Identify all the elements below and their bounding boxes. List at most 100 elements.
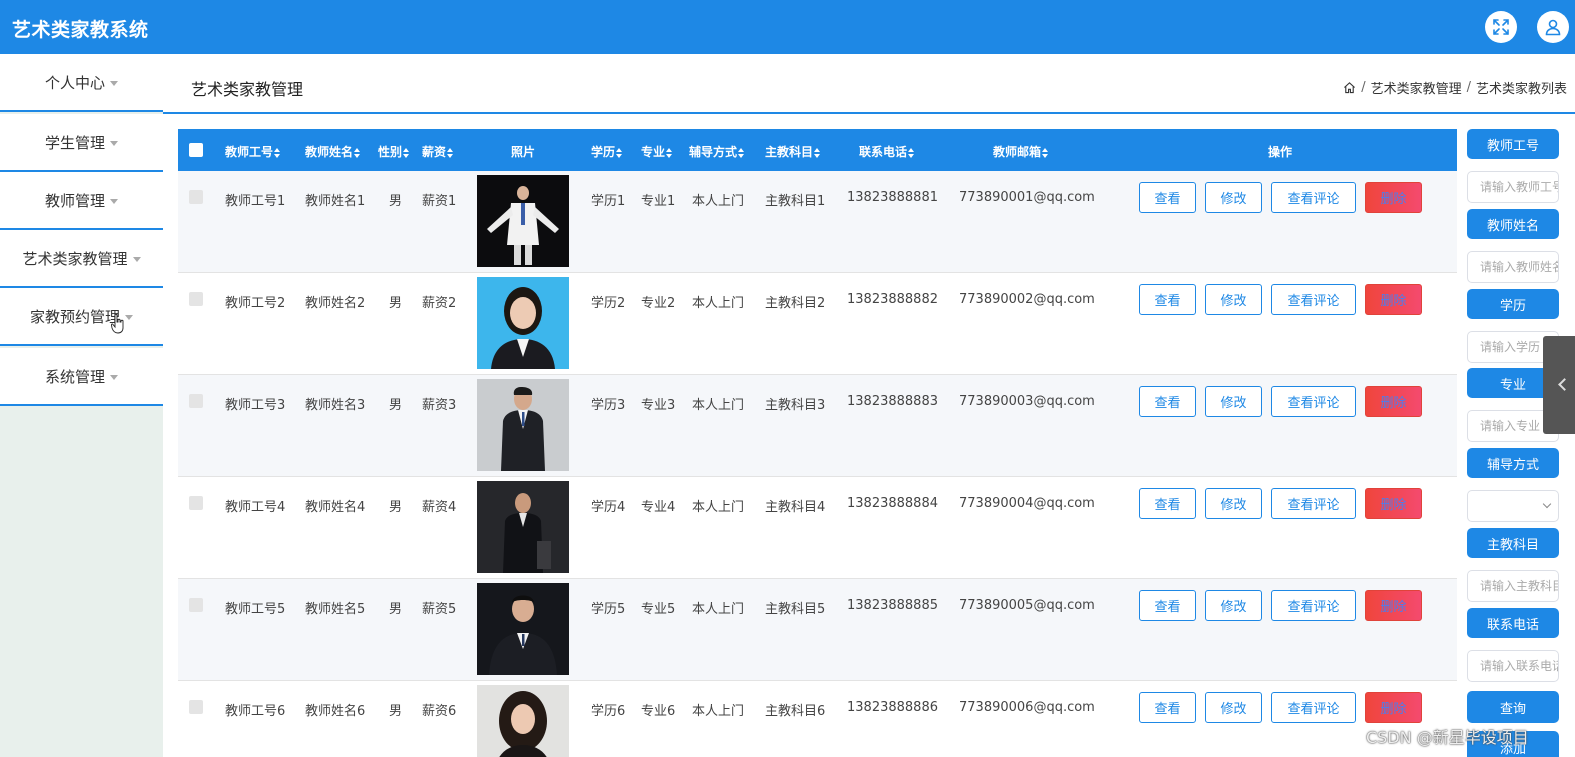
view-button[interactable]: 查看 bbox=[1139, 182, 1196, 213]
search-label-teacher-id: 教师工号 bbox=[1467, 129, 1559, 159]
delete-button[interactable]: 删除 bbox=[1365, 284, 1422, 315]
column-header[interactable]: 教师姓名 bbox=[305, 143, 361, 160]
cell-phone: 13823888882 bbox=[847, 292, 938, 307]
delete-button[interactable]: 删除 bbox=[1365, 590, 1422, 621]
sidebar-item-teachers[interactable]: 教师管理 bbox=[0, 172, 163, 230]
teacher-name-input[interactable] bbox=[1467, 251, 1559, 283]
cell-tutoring-mode: 本人上门 bbox=[692, 602, 745, 617]
view-button[interactable]: 查看 bbox=[1139, 488, 1196, 519]
row-checkbox[interactable] bbox=[189, 190, 203, 204]
column-header[interactable]: 教师工号 bbox=[225, 143, 281, 160]
sort-icon bbox=[403, 147, 410, 158]
edit-button[interactable]: 修改 bbox=[1205, 182, 1262, 213]
column-header[interactable]: 主教科目 bbox=[765, 143, 821, 160]
sidebar-item-label: 系统管理 bbox=[44, 367, 105, 386]
sidebar-item-booking[interactable]: 家教预约管理 bbox=[0, 288, 163, 346]
column-header[interactable]: 辅导方式 bbox=[689, 143, 745, 160]
collapse-panel-tab[interactable] bbox=[1543, 336, 1575, 434]
sort-icon bbox=[908, 147, 915, 158]
sidebar-item-system[interactable]: 系统管理 bbox=[0, 348, 163, 406]
chevron-down-icon bbox=[1542, 499, 1552, 509]
teacher-photo bbox=[477, 481, 569, 573]
cell-email: 773890003@qq.com bbox=[959, 394, 1095, 409]
phone-input[interactable] bbox=[1467, 650, 1559, 682]
cell-salary: 薪资1 bbox=[422, 194, 457, 209]
teacher-table: 教师工号 教师姓名 性别 薪资 照片 学历 专业 辅导方式 主教科目 联系电话 … bbox=[178, 129, 1457, 757]
sidebar-item-label: 学生管理 bbox=[44, 133, 105, 152]
table-row: 教师工号6 教师姓名6 男 薪资6 学历6 专业6 本人上门 主教科目6 138… bbox=[178, 681, 1457, 757]
caret-down-icon bbox=[110, 140, 118, 146]
cell-email: 773890001@qq.com bbox=[959, 190, 1095, 205]
cell-email: 773890005@qq.com bbox=[959, 598, 1095, 613]
tutoring-mode-select[interactable] bbox=[1467, 490, 1559, 522]
fullscreen-icon[interactable] bbox=[1485, 11, 1517, 43]
delete-button[interactable]: 删除 bbox=[1365, 692, 1422, 723]
search-label-tutoring-mode: 辅导方式 bbox=[1467, 448, 1559, 478]
sort-icon bbox=[274, 147, 281, 158]
top-navbar: 艺术类家教系统 bbox=[0, 0, 1575, 54]
user-icon[interactable] bbox=[1537, 11, 1569, 43]
edit-button[interactable]: 修改 bbox=[1205, 488, 1262, 519]
breadcrumb-item[interactable]: 艺术类家教管理 bbox=[1371, 78, 1462, 97]
row-checkbox[interactable] bbox=[189, 394, 203, 408]
column-header: 照片 bbox=[511, 145, 536, 159]
delete-button[interactable]: 删除 bbox=[1365, 182, 1422, 213]
edit-button[interactable]: 修改 bbox=[1205, 386, 1262, 417]
delete-button[interactable]: 删除 bbox=[1365, 386, 1422, 417]
view-button[interactable]: 查看 bbox=[1139, 692, 1196, 723]
view-comments-button[interactable]: 查看评论 bbox=[1271, 284, 1356, 315]
select-all-checkbox[interactable] bbox=[189, 143, 203, 157]
cell-teacher-id: 教师工号6 bbox=[225, 704, 286, 719]
cell-education: 学历6 bbox=[591, 704, 626, 719]
row-checkbox[interactable] bbox=[189, 292, 203, 306]
sidebar-item-art-tutor[interactable]: 艺术类家教管理 bbox=[0, 230, 163, 288]
column-header[interactable]: 性别 bbox=[378, 143, 410, 160]
cell-teacher-id: 教师工号5 bbox=[225, 602, 286, 617]
view-button[interactable]: 查看 bbox=[1139, 284, 1196, 315]
cell-teacher-name: 教师姓名5 bbox=[305, 602, 366, 617]
sidebar-item-label: 家教预约管理 bbox=[29, 307, 120, 326]
view-button[interactable]: 查看 bbox=[1139, 590, 1196, 621]
cell-teacher-id: 教师工号1 bbox=[225, 194, 286, 209]
column-header[interactable]: 学历 bbox=[591, 143, 623, 160]
column-header[interactable]: 薪资 bbox=[422, 143, 454, 160]
subject-input[interactable] bbox=[1467, 570, 1559, 602]
home-icon[interactable] bbox=[1343, 81, 1356, 94]
view-comments-button[interactable]: 查看评论 bbox=[1271, 692, 1356, 723]
caret-down-icon bbox=[110, 198, 118, 204]
cell-phone: 13823888884 bbox=[847, 496, 938, 511]
cell-subject: 主教科目6 bbox=[765, 704, 826, 719]
column-header[interactable]: 教师邮箱 bbox=[993, 143, 1049, 160]
teacher-id-input[interactable] bbox=[1467, 171, 1559, 203]
cell-gender: 男 bbox=[389, 296, 403, 311]
teacher-photo bbox=[477, 583, 569, 675]
row-checkbox[interactable] bbox=[189, 700, 203, 714]
cell-teacher-name: 教师姓名6 bbox=[305, 704, 366, 719]
breadcrumb: / 艺术类家教管理 / 艺术类家教列表 bbox=[1343, 78, 1567, 97]
cell-major: 专业1 bbox=[641, 194, 676, 209]
edit-button[interactable]: 修改 bbox=[1205, 692, 1262, 723]
cell-major: 专业6 bbox=[641, 704, 676, 719]
edit-button[interactable]: 修改 bbox=[1205, 284, 1262, 315]
view-comments-button[interactable]: 查看评论 bbox=[1271, 488, 1356, 519]
view-comments-button[interactable]: 查看评论 bbox=[1271, 386, 1356, 417]
column-header[interactable]: 联系电话 bbox=[859, 143, 915, 160]
breadcrumb-separator: / bbox=[1466, 80, 1471, 95]
sort-icon bbox=[666, 147, 673, 158]
cell-teacher-id: 教师工号3 bbox=[225, 398, 286, 413]
view-comments-button[interactable]: 查看评论 bbox=[1271, 182, 1356, 213]
query-button[interactable]: 查询 bbox=[1467, 691, 1559, 723]
sort-icon bbox=[738, 147, 745, 158]
cell-salary: 薪资4 bbox=[422, 500, 457, 515]
sidebar-item-personal-center[interactable]: 个人中心 bbox=[0, 54, 163, 112]
row-checkbox[interactable] bbox=[189, 496, 203, 510]
delete-button[interactable]: 删除 bbox=[1365, 488, 1422, 519]
view-button[interactable]: 查看 bbox=[1139, 386, 1196, 417]
cell-tutoring-mode: 本人上门 bbox=[692, 194, 745, 209]
cell-subject: 主教科目1 bbox=[765, 194, 826, 209]
view-comments-button[interactable]: 查看评论 bbox=[1271, 590, 1356, 621]
column-header[interactable]: 专业 bbox=[641, 143, 673, 160]
sidebar-item-students[interactable]: 学生管理 bbox=[0, 114, 163, 172]
edit-button[interactable]: 修改 bbox=[1205, 590, 1262, 621]
row-checkbox[interactable] bbox=[189, 598, 203, 612]
